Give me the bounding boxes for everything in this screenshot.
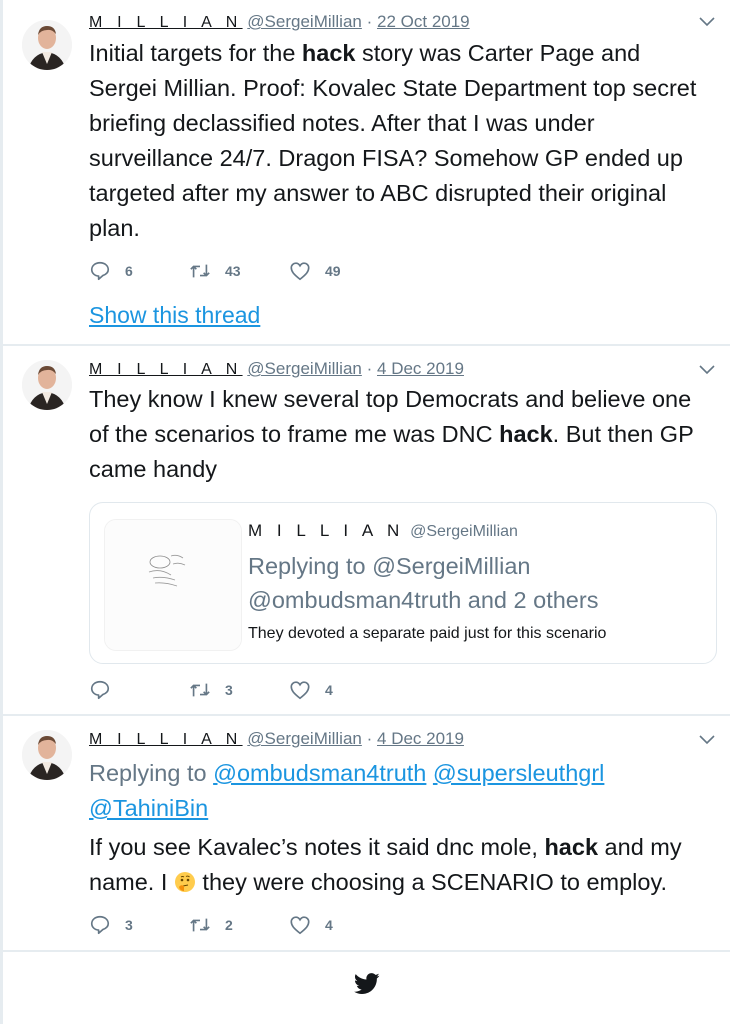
- avatar-image: [22, 360, 72, 410]
- twitter-bird-icon[interactable]: [354, 972, 380, 996]
- replying-label: Replying to: [89, 760, 214, 786]
- handle[interactable]: @SergeiMillian: [247, 359, 362, 378]
- timestamp[interactable]: 22 Oct 2019: [377, 12, 470, 31]
- avatar[interactable]: [22, 20, 72, 70]
- like-button[interactable]: 49: [289, 260, 341, 282]
- retweet-icon: [190, 683, 210, 697]
- timestamp[interactable]: 4 Dec 2019: [377, 359, 464, 378]
- reply-icon: [90, 915, 110, 935]
- mention-link[interactable]: @ombudsman4truth: [213, 760, 426, 786]
- tweet-header: M I L L I A N @SergeiMillian · 4 Dec 201…: [89, 729, 464, 750]
- quoted-text: They devoted a separate paid just for th…: [248, 625, 607, 642]
- tweet-header: M I L L I A N @SergeiMillian · 22 Oct 20…: [89, 12, 470, 33]
- quoted-author: M I L L I A N @SergeiMillian: [248, 521, 518, 541]
- avatar[interactable]: [22, 730, 72, 780]
- thinking-face-emoji-icon: [174, 872, 195, 892]
- text-part: they were choosing a SCENARIO to employ.: [195, 869, 667, 895]
- like-count: 4: [325, 682, 333, 698]
- show-thread-link[interactable]: Show this thread: [89, 302, 260, 329]
- text-part: story was Carter Page and Sergei Millian…: [89, 40, 697, 241]
- timestamp[interactable]: 4 Dec 2019: [377, 729, 464, 748]
- retweet-icon: [190, 264, 210, 278]
- chevron-down-icon[interactable]: [698, 364, 716, 376]
- like-button[interactable]: 4: [289, 679, 333, 701]
- separator: ·: [366, 359, 373, 378]
- separator: ·: [366, 12, 373, 31]
- retweet-count: 43: [225, 263, 241, 279]
- replying-to-line: Replying to @ombudsman4truth @supersleut…: [89, 756, 714, 826]
- retweet-button[interactable]: 3: [189, 679, 233, 701]
- display-name[interactable]: M I L L I A N: [89, 361, 243, 378]
- tweet-3[interactable]: M I L L I A N @SergeiMillian · 4 Dec 201…: [0, 716, 730, 952]
- reply-count: 3: [125, 917, 133, 933]
- quoted-handle: @SergeiMillian: [410, 523, 518, 540]
- heart-icon: [290, 916, 310, 935]
- retweet-button[interactable]: 2: [189, 914, 233, 936]
- highlighted-term: hack: [301, 40, 356, 66]
- chevron-down-icon[interactable]: [698, 16, 716, 28]
- quoted-tweet-image[interactable]: [104, 519, 242, 651]
- tweet-header: M I L L I A N @SergeiMillian · 4 Dec 201…: [89, 359, 464, 380]
- text-part: If you see Kavalec’s notes it said dnc m…: [89, 834, 545, 860]
- display-name[interactable]: M I L L I A N: [89, 14, 243, 31]
- avatar-image: [22, 20, 72, 70]
- handle[interactable]: @SergeiMillian: [247, 729, 362, 748]
- quoted-tweet[interactable]: M I L L I A N @SergeiMillian Replying to…: [89, 502, 717, 664]
- reply-icon: [90, 680, 110, 700]
- reply-icon: [90, 261, 110, 281]
- retweet-count: 3: [225, 682, 233, 698]
- reply-button[interactable]: 6: [89, 260, 133, 282]
- reply-button[interactable]: [89, 679, 125, 701]
- reply-count: 6: [125, 263, 133, 279]
- retweet-button[interactable]: 43: [189, 260, 241, 282]
- handle[interactable]: @SergeiMillian: [247, 12, 362, 31]
- highlighted-term: hack: [544, 834, 599, 860]
- tweet-text: They know I knew several top Democrats a…: [89, 382, 714, 487]
- text-part: Initial targets for the: [89, 40, 302, 66]
- retweet-icon: [190, 918, 210, 932]
- heart-icon: [290, 681, 310, 700]
- display-name[interactable]: M I L L I A N: [89, 731, 243, 748]
- like-count: 4: [325, 917, 333, 933]
- retweet-count: 2: [225, 917, 233, 933]
- quoted-display-name: M I L L I A N: [248, 521, 405, 540]
- highlighted-term: hack: [499, 421, 553, 447]
- chevron-down-icon[interactable]: [698, 734, 716, 746]
- separator: ·: [366, 729, 373, 748]
- quoted-replying-to: Replying to @SergeiMillian @ombudsman4tr…: [248, 553, 599, 613]
- reply-button[interactable]: 3: [89, 914, 133, 936]
- divider: [0, 950, 730, 952]
- mention-link[interactable]: @supersleuthgrl: [433, 760, 604, 786]
- like-count: 49: [325, 263, 341, 279]
- avatar-image: [22, 730, 72, 780]
- like-button[interactable]: 4: [289, 914, 333, 936]
- avatar[interactable]: [22, 360, 72, 410]
- handwritten-notes-image: [105, 520, 241, 650]
- tweet-1[interactable]: M I L L I A N @SergeiMillian · 22 Oct 20…: [0, 0, 730, 344]
- tweet-text: If you see Kavalec’s notes it said dnc m…: [89, 830, 714, 900]
- mention-link[interactable]: @TahiniBin: [89, 795, 208, 821]
- heart-icon: [290, 262, 310, 281]
- tweet-text: Initial targets for the hack story was C…: [89, 36, 714, 246]
